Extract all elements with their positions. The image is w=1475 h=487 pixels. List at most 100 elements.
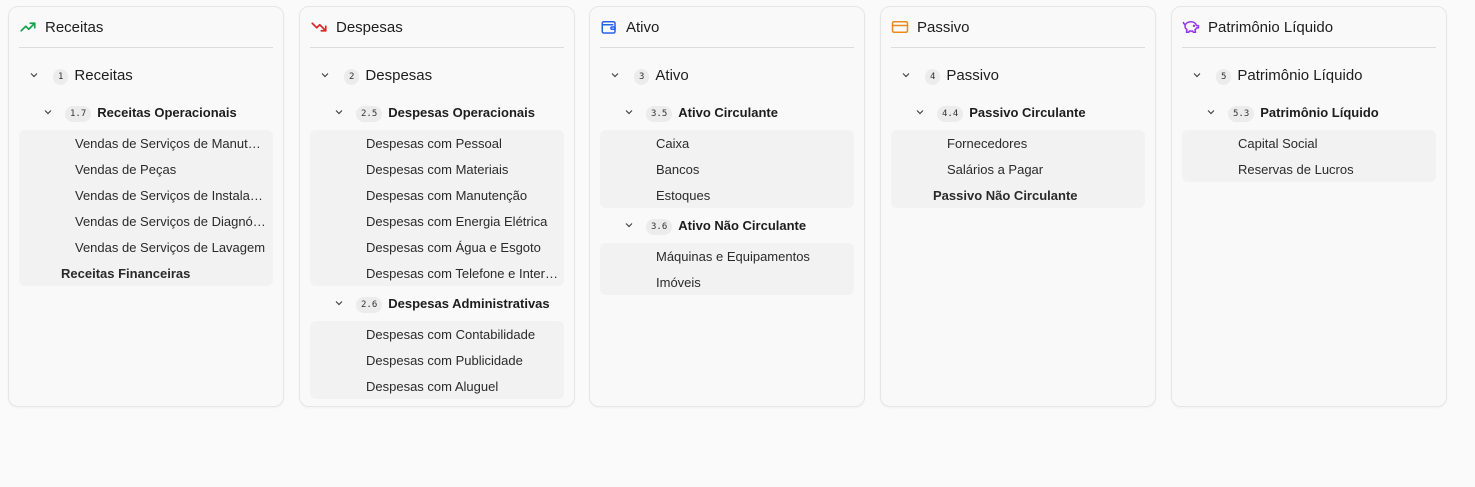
chevron-down-icon[interactable] bbox=[332, 296, 346, 310]
chevron-down-icon[interactable] bbox=[622, 105, 636, 119]
chevron-down-icon[interactable] bbox=[27, 68, 41, 82]
item-label: Reservas de Lucros bbox=[1238, 161, 1354, 177]
node-label: Receitas Operacionais bbox=[97, 104, 237, 120]
tree-node-group[interactable]: 4.4 Passivo Circulante bbox=[891, 100, 1145, 124]
item-label: Despesas com Manutenção bbox=[366, 187, 528, 203]
tree-node-root[interactable]: 4 Passivo bbox=[891, 63, 1145, 87]
list-item[interactable]: Despesas com Publicidade bbox=[310, 347, 564, 373]
item-label: Vendas de Serviços de Lavagem bbox=[75, 239, 266, 255]
patrimonio-card: Patrimônio Líquido 5 Patrimônio Líquido … bbox=[1171, 6, 1447, 407]
card-title: Receitas bbox=[45, 18, 104, 36]
item-label: Capital Social bbox=[1238, 135, 1318, 151]
list-item[interactable]: Fornecedores bbox=[891, 130, 1145, 156]
tree-node-group[interactable]: 2.6 Despesas Administrativas bbox=[310, 291, 564, 315]
list-item[interactable]: Despesas com Materiais bbox=[310, 156, 564, 182]
tree-node-group[interactable]: 2.5 Despesas Operacionais bbox=[310, 100, 564, 124]
item-label: Salários a Pagar bbox=[947, 161, 1044, 177]
item-label: Despesas com Publicidade bbox=[366, 352, 523, 368]
list-item[interactable]: Despesas com Contabilidade bbox=[310, 321, 564, 347]
tree-node-root[interactable]: 2 Despesas bbox=[310, 63, 564, 87]
list-item[interactable]: Bancos bbox=[600, 156, 854, 182]
account-code: 2 bbox=[344, 69, 360, 85]
list-item[interactable]: Despesas com Aluguel bbox=[310, 373, 564, 399]
chevron-down-icon[interactable] bbox=[332, 105, 346, 119]
ativo-card: Ativo 3 Ativo 3.5 Ativo Circulante Caixa… bbox=[589, 6, 865, 407]
card-header: Passivo bbox=[891, 7, 1145, 48]
node-label: Patrimônio Líquido bbox=[1260, 104, 1379, 120]
chevron-down-icon[interactable] bbox=[1190, 68, 1204, 82]
node-label: Ativo Circulante bbox=[678, 104, 778, 120]
tree-node-group[interactable]: 5.3 Patrimônio Líquido bbox=[1182, 100, 1436, 124]
item-label: Vendas de Serviços de Instalação bbox=[75, 187, 271, 203]
list-item[interactable]: Vendas de Serviços de Instalação bbox=[19, 182, 273, 208]
list-item[interactable]: Máquinas e Equipamentos bbox=[600, 243, 854, 269]
chevron-down-icon[interactable] bbox=[913, 105, 927, 119]
chevron-down-icon[interactable] bbox=[1204, 105, 1218, 119]
account-code: 1 bbox=[53, 69, 69, 85]
list-item[interactable]: Estoques bbox=[600, 182, 854, 208]
trending-down-icon bbox=[310, 18, 328, 36]
card-title: Passivo bbox=[917, 18, 970, 36]
card-title: Despesas bbox=[336, 18, 403, 36]
item-label: Despesas com Água e Esgoto bbox=[366, 239, 541, 255]
account-code: 2.6 bbox=[356, 297, 383, 313]
tree-node-group[interactable]: 1.7 Receitas Operacionais bbox=[19, 100, 273, 124]
item-label: Receitas Financeiras bbox=[61, 265, 191, 281]
list-item[interactable]: Salários a Pagar bbox=[891, 156, 1145, 182]
list-item[interactable]: Despesas com Manutenção bbox=[310, 182, 564, 208]
tree-node-group[interactable]: 3.6 Ativo Não Circulante bbox=[600, 213, 854, 237]
chevron-down-icon[interactable] bbox=[608, 68, 622, 82]
node-label: Passivo Circulante bbox=[969, 104, 1086, 120]
node-label: Patrimônio Líquido bbox=[1237, 66, 1363, 84]
node-label: Receitas bbox=[74, 66, 133, 84]
account-code: 3 bbox=[634, 69, 650, 85]
node-label: Passivo bbox=[946, 66, 999, 84]
item-label: Despesas com Aluguel bbox=[366, 378, 499, 394]
item-label: Despesas com Energia Elétrica bbox=[366, 213, 548, 229]
item-label: Bancos bbox=[656, 161, 700, 177]
item-label: Máquinas e Equipamentos bbox=[656, 248, 810, 264]
list-item[interactable]: Reservas de Lucros bbox=[1182, 156, 1436, 182]
chevron-down-icon[interactable] bbox=[622, 218, 636, 232]
list-item-group[interactable]: Receitas Financeiras bbox=[19, 260, 273, 286]
credit-card-icon bbox=[891, 18, 909, 36]
item-label: Fornecedores bbox=[947, 135, 1028, 151]
tree-node-group[interactable]: 3.5 Ativo Circulante bbox=[600, 100, 854, 124]
tree-node-root[interactable]: 1 Receitas bbox=[19, 63, 273, 87]
card-title: Ativo bbox=[626, 18, 660, 36]
list-item[interactable]: Despesas com Telefone e Internet bbox=[310, 260, 564, 286]
item-label: Estoques bbox=[656, 187, 711, 203]
receitas-card: Receitas 1 Receitas 1.7 Receitas Operaci… bbox=[8, 6, 284, 407]
item-label: Despesas com Telefone e Internet bbox=[366, 265, 564, 281]
wallet-icon bbox=[600, 18, 618, 36]
list-item[interactable]: Vendas de Serviços de Diagnóstico bbox=[19, 208, 273, 234]
chevron-down-icon[interactable] bbox=[318, 68, 332, 82]
item-label: Despesas com Materiais bbox=[366, 161, 509, 177]
account-code: 2.5 bbox=[356, 106, 383, 122]
list-item[interactable]: Vendas de Peças bbox=[19, 156, 273, 182]
tree-node-root[interactable]: 5 Patrimônio Líquido bbox=[1182, 63, 1436, 87]
list-item[interactable]: Caixa bbox=[600, 130, 854, 156]
list-item[interactable]: Despesas com Água e Esgoto bbox=[310, 234, 564, 260]
node-label: Ativo bbox=[655, 66, 689, 84]
trending-up-icon bbox=[19, 18, 37, 36]
list-item[interactable]: Despesas com Pessoal bbox=[310, 130, 564, 156]
chevron-down-icon[interactable] bbox=[41, 105, 55, 119]
list-item-group[interactable]: Passivo Não Circulante bbox=[891, 182, 1145, 208]
card-title: Patrimônio Líquido bbox=[1208, 18, 1334, 36]
tree-node-root[interactable]: 3 Ativo bbox=[600, 63, 854, 87]
account-code: 1.7 bbox=[65, 106, 92, 122]
piggy-bank-icon bbox=[1182, 18, 1200, 36]
list-item[interactable]: Vendas de Serviços de Manutenção bbox=[19, 130, 273, 156]
node-label: Despesas Operacionais bbox=[388, 104, 535, 120]
card-header: Ativo bbox=[600, 7, 854, 48]
list-item[interactable]: Vendas de Serviços de Lavagem bbox=[19, 234, 273, 260]
chevron-down-icon[interactable] bbox=[899, 68, 913, 82]
list-item[interactable]: Imóveis bbox=[600, 269, 854, 295]
list-item[interactable]: Despesas com Energia Elétrica bbox=[310, 208, 564, 234]
card-header: Receitas bbox=[19, 7, 273, 48]
card-header: Despesas bbox=[310, 7, 564, 48]
item-label: Vendas de Serviços de Diagnóstico bbox=[75, 213, 273, 229]
item-label: Vendas de Serviços de Manutenção bbox=[75, 135, 273, 151]
list-item[interactable]: Capital Social bbox=[1182, 130, 1436, 156]
